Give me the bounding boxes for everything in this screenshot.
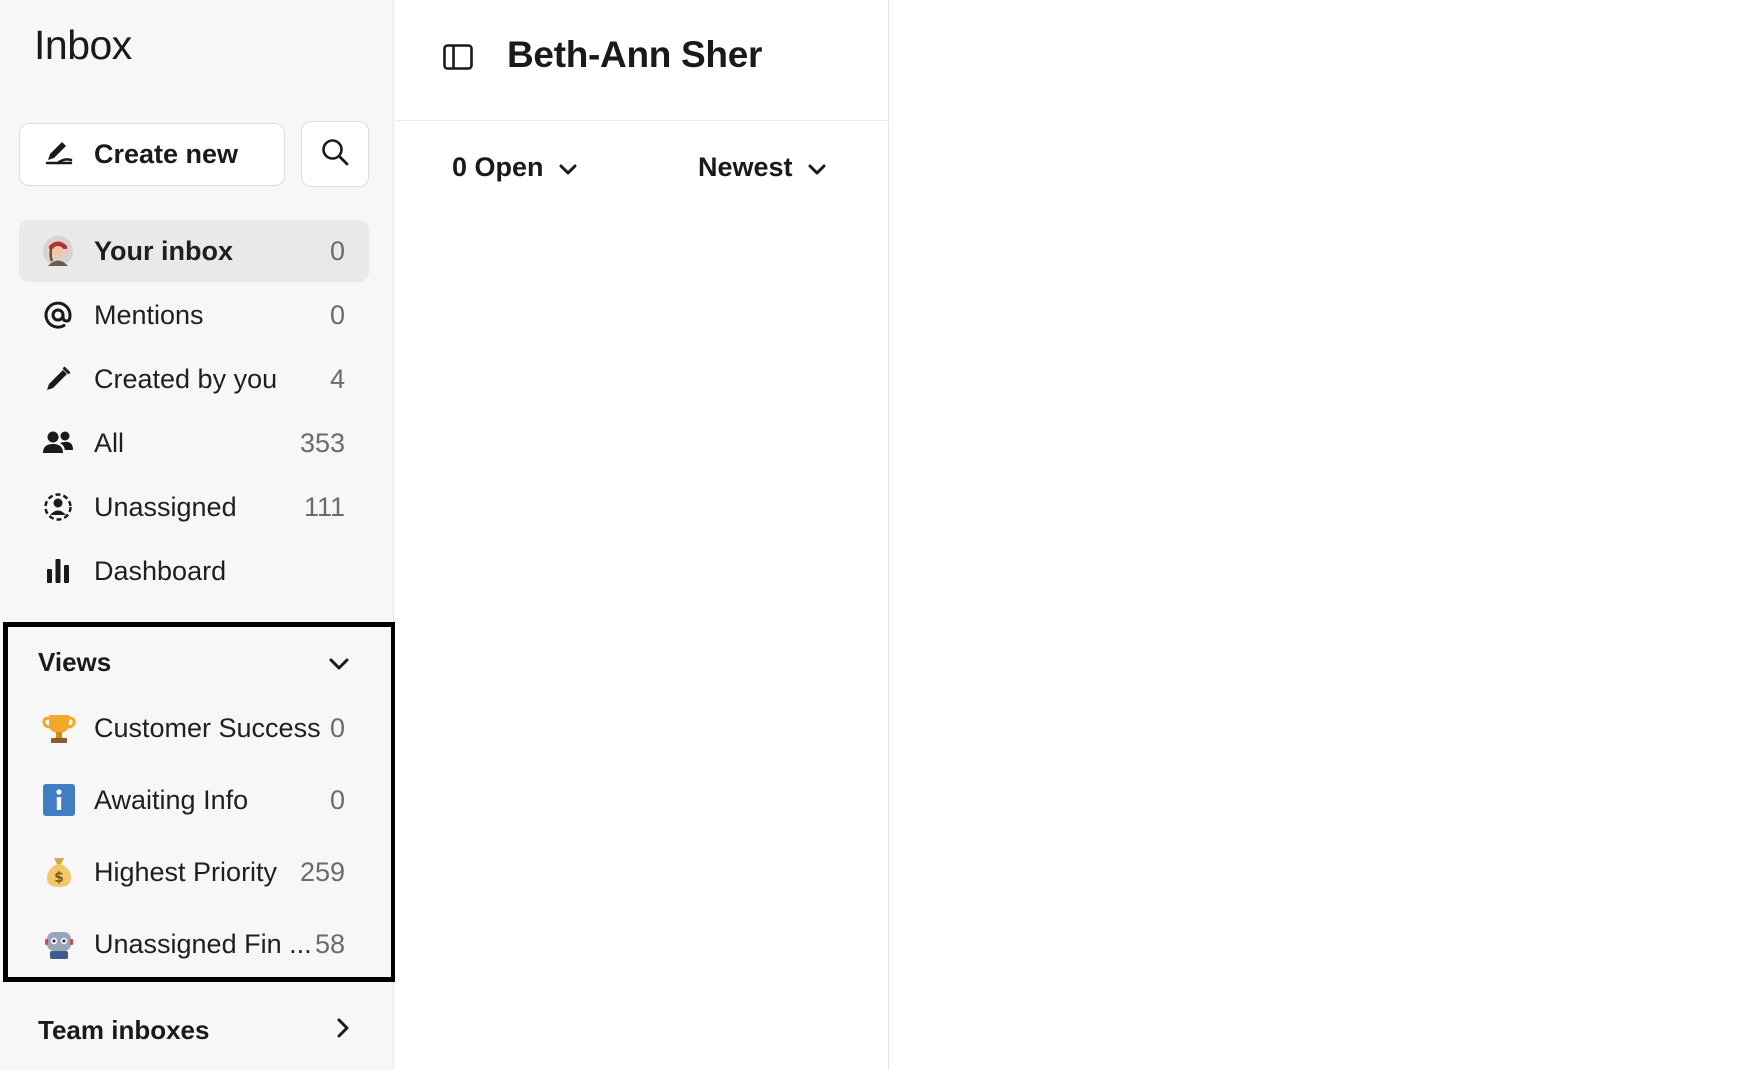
chevron-down-icon: [807, 152, 827, 183]
people-icon: [42, 427, 74, 459]
at-icon: [42, 299, 74, 331]
view-item-customer-success[interactable]: Customer Success 0: [19, 697, 369, 759]
money-bag-icon: $: [42, 855, 76, 889]
sidebar-item-label: Dashboard: [94, 555, 227, 586]
sidebar-item-label: Mentions: [94, 299, 204, 330]
bar-chart-icon: [42, 555, 74, 587]
views-section-header[interactable]: Views: [38, 642, 350, 682]
list-header: Beth-Ann Sher: [395, 0, 889, 121]
sidebar-item-count: 0: [329, 235, 345, 266]
sort-filter-dropdown[interactable]: Newest: [698, 152, 827, 183]
view-item-count: 0: [329, 784, 345, 815]
view-item-awaiting-info[interactable]: Awaiting Info 0: [19, 769, 369, 831]
view-item-highest-priority[interactable]: $ Highest Priority 259: [19, 841, 369, 903]
sidebar-item-label: All: [94, 427, 125, 458]
sidebar-item-dashboard[interactable]: Dashboard: [19, 540, 369, 602]
sidebar-item-label: Unassigned: [94, 491, 237, 522]
avatar: [42, 235, 74, 267]
chevron-down-icon: [558, 152, 578, 183]
conversation-detail-area: [890, 0, 1756, 1070]
view-item-label: Highest Priority: [94, 856, 278, 887]
sidebar-toggle-icon[interactable]: [443, 44, 473, 70]
create-new-button[interactable]: Create new: [19, 123, 285, 186]
chevron-down-icon: [328, 647, 350, 678]
sidebar-item-count: 353: [299, 427, 345, 458]
view-item-label: Customer Success: [94, 712, 321, 743]
unassigned-icon: [42, 491, 74, 523]
compose-icon: [44, 136, 74, 173]
sidebar-item-all[interactable]: All 353: [19, 412, 369, 474]
sidebar-item-created-by-you[interactable]: Created by you 4: [19, 348, 369, 410]
sidebar-item-count: 0: [329, 299, 345, 330]
sidebar-item-count: 4: [329, 363, 345, 394]
sidebar-item-count: 111: [303, 491, 345, 522]
info-icon: [42, 783, 76, 817]
search-button[interactable]: [301, 121, 369, 187]
views-title: Views: [38, 646, 112, 677]
robot-icon: [42, 927, 76, 961]
conversation-list-pane: Beth-Ann Sher 0 Open Newest: [395, 0, 889, 1070]
view-item-unassigned-fin[interactable]: Unassigned Fin ... 58: [19, 913, 369, 975]
view-item-count: 58: [314, 928, 345, 959]
sidebar-item-your-inbox[interactable]: Your inbox 0: [19, 220, 369, 282]
view-item-count: 259: [299, 856, 345, 887]
search-icon: [320, 137, 350, 172]
sidebar-item-label: Your inbox: [94, 235, 233, 266]
pencil-icon: [42, 363, 74, 395]
view-item-label: Awaiting Info: [94, 784, 249, 815]
sidebar-item-mentions[interactable]: Mentions 0: [19, 284, 369, 346]
view-item-label: Unassigned Fin ...: [94, 928, 312, 959]
sort-filter-label: Newest: [698, 152, 793, 182]
team-inboxes-title: Team inboxes: [38, 1014, 210, 1045]
view-item-count: 0: [329, 712, 345, 743]
sidebar-item-label: Created by you: [94, 363, 278, 394]
svg-text:$: $: [54, 870, 64, 886]
status-filter-dropdown[interactable]: 0 Open: [452, 152, 578, 183]
status-filter-label: 0 Open: [452, 152, 544, 182]
sidebar-item-unassigned[interactable]: Unassigned 111: [19, 476, 369, 538]
trophy-icon: [42, 711, 76, 745]
chevron-right-icon: [336, 1015, 350, 1046]
team-inboxes-header[interactable]: Team inboxes: [38, 1010, 350, 1050]
inbox-owner-title: Beth-Ann Sher: [507, 34, 763, 75]
create-new-label: Create new: [94, 139, 239, 169]
sidebar-title: Inbox: [34, 22, 132, 68]
